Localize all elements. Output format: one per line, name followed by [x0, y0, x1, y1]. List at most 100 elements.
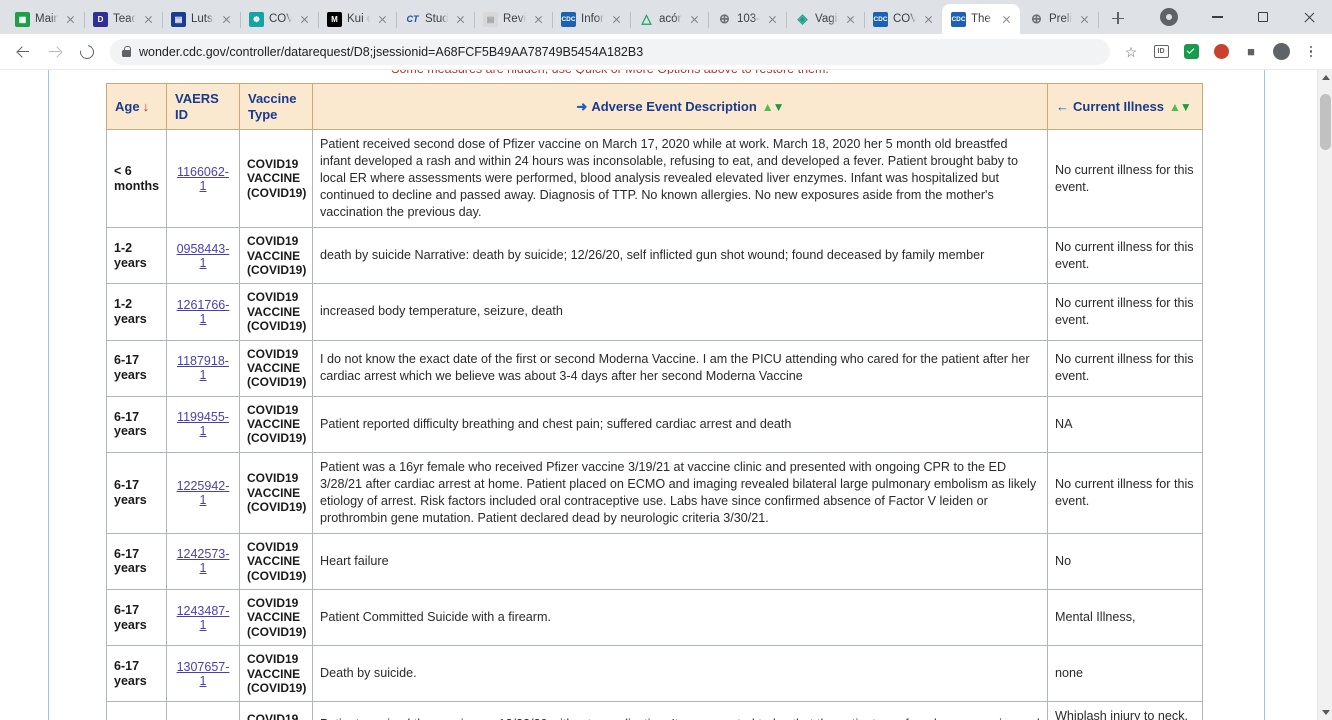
tab-close-icon[interactable]: [453, 12, 468, 27]
drive-icon: △: [641, 11, 652, 27]
tab-close-icon[interactable]: [375, 12, 390, 27]
scroll-up-button[interactable]: [1318, 70, 1332, 85]
extension-red-icon[interactable]: [1208, 39, 1234, 65]
scroll-down-button[interactable]: [1318, 705, 1332, 720]
window-controls: [1160, 0, 1332, 34]
browser-tab-8[interactable]: △ acór: [630, 4, 709, 34]
tab-close-icon[interactable]: [921, 12, 936, 27]
address-bar[interactable]: wonder.cdc.gov/controller/datarequest/D8…: [110, 38, 1110, 65]
vaers-id-link[interactable]: 1166062-1: [177, 165, 229, 193]
back-button[interactable]: [8, 37, 38, 67]
cell-vaers-id: 1166062-1: [166, 129, 240, 229]
cdc-icon: CDC: [561, 11, 576, 27]
column-header-age[interactable]: Age ↓: [106, 82, 167, 131]
tab-close-icon[interactable]: [843, 12, 858, 27]
cell-current-illness: Mental Illness,: [1047, 589, 1203, 647]
column-label-vaers-id: VAERS ID: [175, 91, 219, 122]
cell-vaccine-type: COVID19 VACCINE (COVID19): [239, 283, 313, 341]
browser-tab-1[interactable]: D Teach: [84, 4, 163, 34]
sort-toggle-icons-adverse-event[interactable]: ▲▼: [762, 99, 785, 115]
profile-button[interactable]: [1268, 39, 1294, 65]
profile-avatar-icon[interactable]: [1160, 8, 1178, 26]
tab-title: Main: [35, 13, 58, 25]
cell-vaccine-type: COVID19 VACCINE (COVID19): [239, 589, 313, 647]
tab-close-icon[interactable]: [999, 12, 1014, 27]
page-scrollbar[interactable]: [1317, 70, 1332, 720]
cell-adverse-event: I do not know the exact date of the firs…: [312, 339, 1048, 397]
browser-tab-11[interactable]: CDC COVI: [864, 4, 943, 34]
tab-close-icon[interactable]: [219, 12, 234, 27]
browser-tab-5[interactable]: CT Stud: [396, 4, 475, 34]
tab-close-icon[interactable]: [609, 12, 624, 27]
cell-age: 18-29 years: [106, 701, 167, 720]
browser-tab-2[interactable]: ▤ Luts: [162, 4, 241, 34]
vaers-id-link[interactable]: 1243487-1: [177, 604, 230, 632]
cell-vaers-id: 0936805-1: [166, 701, 240, 720]
vaers-id-link[interactable]: 1307657-1: [177, 660, 230, 688]
table-row: 18-29 years0936805-1COVID19 VACCINE (COV…: [106, 701, 1203, 720]
tab-close-icon[interactable]: [531, 12, 546, 27]
browser-tab-3[interactable]: ☸ COVI: [240, 4, 319, 34]
column-header-current-illness[interactable]: ← Current Illness ▲▼: [1047, 82, 1203, 131]
medium-icon: M: [327, 11, 342, 27]
url-text[interactable]: wonder.cdc.gov/controller/datarequest/D8…: [139, 45, 643, 59]
reader-mode-icon[interactable]: ID: [1148, 39, 1174, 65]
cell-current-illness: none: [1047, 645, 1203, 703]
scrollbar-thumb[interactable]: [1320, 94, 1331, 150]
cell-adverse-event: Heart failure: [312, 532, 1048, 591]
sort-toggle-icons-current-illness[interactable]: ▲▼: [1169, 99, 1192, 115]
column-header-vaers-id[interactable]: VAERS ID: [166, 82, 240, 131]
forward-button[interactable]: [40, 37, 70, 67]
table-row: < 6 months 1166062-1 COVID19 VACCINE (COVI…: [106, 129, 1203, 229]
cell-adverse-event: Patient reported difficulty breathing an…: [312, 395, 1048, 453]
tab-title: The: [971, 13, 991, 25]
table-header-row: Age ↓ VAERS ID Vaccine Type ➜ Adverse Even…: [106, 82, 1203, 131]
browser-tab-12[interactable]: CDC The: [942, 4, 1020, 34]
column-label-vaccine-type: Vaccine Type: [248, 91, 297, 122]
tab-close-icon[interactable]: [687, 12, 702, 27]
cell-adverse-event: Patient received the vaccine on 12/22/20…: [312, 701, 1048, 720]
vaers-id-link[interactable]: 1261766-1: [177, 298, 230, 326]
tab-close-icon[interactable]: [765, 12, 780, 27]
tab-close-icon[interactable]: [1077, 12, 1092, 27]
extension-green-icon[interactable]: [1178, 39, 1204, 65]
news-icon: ▤: [171, 11, 186, 27]
cell-age: 6-17 years: [106, 532, 167, 591]
column-header-adverse-event[interactable]: ➜ Adverse Event Description ▲▼: [312, 82, 1048, 131]
browser-tab-13[interactable]: ⊕ Preli: [1020, 4, 1099, 34]
cdc-icon: CDC: [951, 11, 966, 27]
cell-current-illness: NA: [1047, 395, 1203, 453]
cell-adverse-event: Death by suicide.: [312, 645, 1048, 703]
extensions-puzzle-icon[interactable]: ■: [1238, 39, 1264, 65]
browser-tab-10[interactable]: ◈ Vagi: [786, 4, 865, 34]
table-row: 6-17 years 1243487-1 COVID19 VACCINE (COVI…: [106, 589, 1203, 647]
browser-tab-7[interactable]: CDC Infor: [552, 4, 631, 34]
vaers-id-link[interactable]: 1242573-1: [177, 547, 230, 575]
vaers-id-link[interactable]: 1187918-1: [177, 354, 229, 382]
column-header-vaccine-type[interactable]: Vaccine Type: [239, 82, 313, 131]
tab-title: Revie: [503, 13, 526, 25]
reload-button[interactable]: [72, 37, 102, 67]
new-tab-button[interactable]: [1104, 4, 1132, 32]
cell-current-illness: No: [1047, 532, 1203, 591]
browser-tab-4[interactable]: M Kui c: [318, 4, 397, 34]
tab-close-icon[interactable]: [63, 12, 78, 27]
vaers-id-link[interactable]: 0958443-1: [177, 242, 230, 270]
close-window-button[interactable]: [1286, 0, 1332, 34]
vaers-id-link[interactable]: 1199455-1: [177, 410, 229, 438]
lock-icon: [122, 46, 131, 57]
sort-desc-icon[interactable]: ↓: [143, 99, 150, 114]
cell-age: 1-2 years: [106, 227, 167, 285]
vaers-id-link[interactable]: 1225942-1: [177, 479, 230, 507]
bookmark-star-icon[interactable]: ☆: [1118, 39, 1144, 65]
minimize-button[interactable]: [1194, 0, 1240, 34]
browser-tab-9[interactable]: ⊕ 103-: [708, 4, 787, 34]
maximize-button[interactable]: [1240, 0, 1286, 34]
cell-current-illness: No current illness for this event.: [1047, 339, 1203, 397]
tab-close-icon[interactable]: [297, 12, 312, 27]
shield-icon: ◈: [797, 11, 808, 27]
browser-tab-0[interactable]: ▦ Main: [6, 4, 85, 34]
tab-close-icon[interactable]: [141, 12, 156, 27]
browser-tab-6[interactable]: ▤ Revie: [474, 4, 553, 34]
chrome-menu-button[interactable]: [1298, 39, 1324, 65]
